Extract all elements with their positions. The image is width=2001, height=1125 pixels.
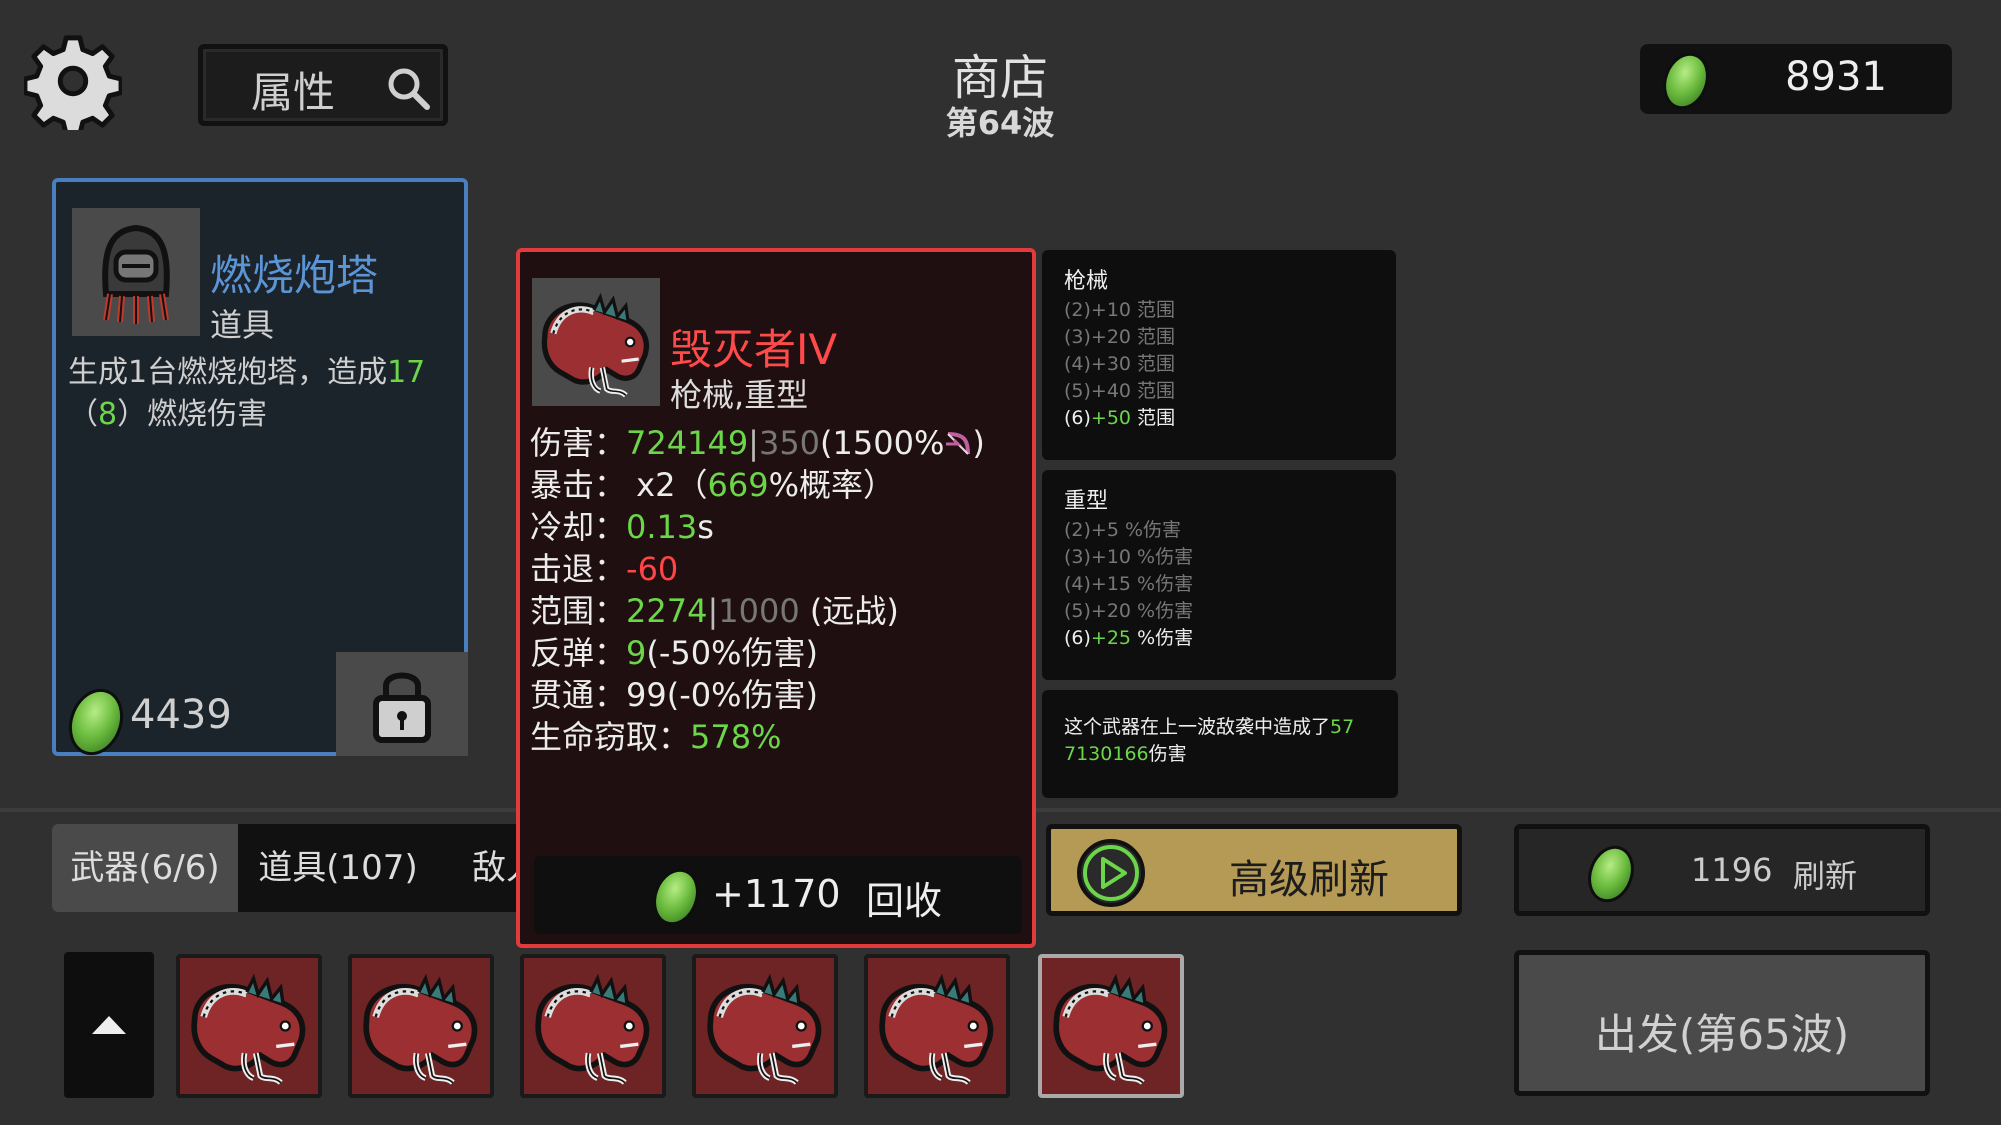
gear-icon [22, 35, 124, 137]
weapon-icon-frame [532, 278, 660, 406]
weapon-name: 毁灭者IV [670, 325, 838, 374]
tab-enemies[interactable]: 敌人 [472, 824, 522, 912]
up-arrow-icon [92, 1016, 126, 1034]
search-label: 属性 [251, 68, 336, 117]
item-price: 4439 [130, 692, 232, 738]
dragon-weapon-icon [524, 958, 662, 1094]
inventory-slot[interactable] [520, 954, 666, 1098]
synergy-panel-firearm: 枪械 (2)+10 范围 (3)+20 范围 (4)+30 范围 (5)+40 … [1042, 250, 1396, 460]
inventory-slot[interactable] [692, 954, 838, 1098]
stat-lifesteal: 生命窃取：578% [530, 718, 782, 756]
play-icon [1077, 839, 1145, 907]
hooded-turret-icon [102, 224, 170, 324]
currency-amount: 8931 [1785, 54, 1887, 100]
stat-pierce: 贯通：99(-0%伤害) [530, 676, 819, 714]
refresh-label: 刷新 [1793, 857, 1858, 895]
green-gem-icon [1580, 839, 1642, 909]
stat-bounce: 反弹：9(-50%伤害) [530, 634, 819, 672]
last-wave-damage-panel: 这个武器在上一波敌袭中造成了57 7130166伤害 [1042, 690, 1398, 798]
weapon-stats: 伤害：724149|350(1500%) 暴击： x2（669%概率） 冷却：0… [530, 422, 1030, 758]
dragon-weapon-icon [532, 278, 660, 406]
inventory-slot-selected[interactable] [1038, 954, 1184, 1098]
inventory-slot[interactable] [864, 954, 1010, 1098]
scroll-up-button[interactable] [64, 952, 154, 1098]
stat-cooldown: 冷却：0.13s [530, 508, 714, 546]
synergy-title: 枪械 [1064, 269, 1109, 294]
bow-icon [946, 432, 971, 455]
item-icon-frame [72, 208, 200, 336]
tab-items[interactable]: 道具(107) [238, 824, 438, 912]
synergy-active-line: (6)+50 范围 [1064, 407, 1176, 429]
weapon-detail-popup: 毁灭者IV 枪械,重型 伤害：724149|350(1500%) 暴击： x2（… [516, 248, 1036, 948]
green-gem-icon [59, 681, 133, 763]
dragon-weapon-icon [868, 958, 1006, 1094]
wave-indicator: 第64波 [945, 104, 1055, 142]
advanced-refresh-button[interactable]: 高级刷新 [1046, 824, 1462, 916]
inventory-slot[interactable] [348, 954, 494, 1098]
magnifier-icon [388, 68, 430, 110]
stat-crit: 暴击： x2（669%概率） [530, 466, 895, 504]
dragon-weapon-icon [352, 958, 490, 1094]
recycle-button[interactable]: +1170 回收 [534, 856, 1022, 934]
tab-weapons[interactable]: 武器(6/6) [52, 824, 238, 912]
recycle-label: 回收 [866, 879, 943, 923]
stat-damage: 伤害：724149|350(1500%) [530, 424, 985, 462]
depart-label: 出发(第65波) [1594, 1010, 1850, 1059]
item-description: 生成1台燃烧炮塔，造成17 （8）燃烧伤害 [68, 355, 426, 432]
synergy-panel-heavy: 重型 (2)+5 %伤害 (3)+10 %伤害 (4)+15 %伤害 (5)+2… [1042, 470, 1396, 680]
green-gem-icon [1655, 46, 1717, 116]
advanced-refresh-label: 高级刷新 [1229, 857, 1389, 903]
green-gem-icon [645, 862, 707, 932]
weapon-classes: 枪械,重型 [670, 376, 809, 414]
lock-button[interactable] [336, 652, 468, 756]
synergy-active-line: (6)+25 %伤害 [1064, 627, 1194, 649]
inventory-slot[interactable] [176, 954, 322, 1098]
depart-button[interactable]: 出发(第65波) [1514, 950, 1930, 1096]
currency-display: 8931 [1640, 44, 1952, 116]
recycle-amount: +1170 [712, 872, 841, 916]
inventory-row [176, 952, 1186, 1102]
stat-range: 范围：2274|1000 (远战) [530, 592, 899, 630]
category-tabs: 武器(6/6) 道具(107) 敌人 [52, 824, 522, 912]
refresh-cost: 1196 [1691, 851, 1773, 889]
refresh-button[interactable]: 1196 刷新 [1514, 824, 1930, 916]
settings-button[interactable] [22, 32, 124, 137]
synergy-title: 重型 [1064, 489, 1109, 514]
padlock-icon [373, 672, 431, 743]
attribute-search-button[interactable]: 属性 [198, 44, 448, 126]
dragon-weapon-icon [1042, 958, 1180, 1094]
item-name: 燃烧炮塔 [210, 251, 379, 300]
item-type: 道具 [210, 306, 275, 344]
dragon-weapon-icon [180, 958, 318, 1094]
shop-item-card[interactable]: 燃烧炮塔 道具 生成1台燃烧炮塔，造成17 （8）燃烧伤害 4439 [52, 178, 468, 763]
dragon-weapon-icon [696, 958, 834, 1094]
stat-knockback: 击退：-60 [530, 550, 679, 588]
